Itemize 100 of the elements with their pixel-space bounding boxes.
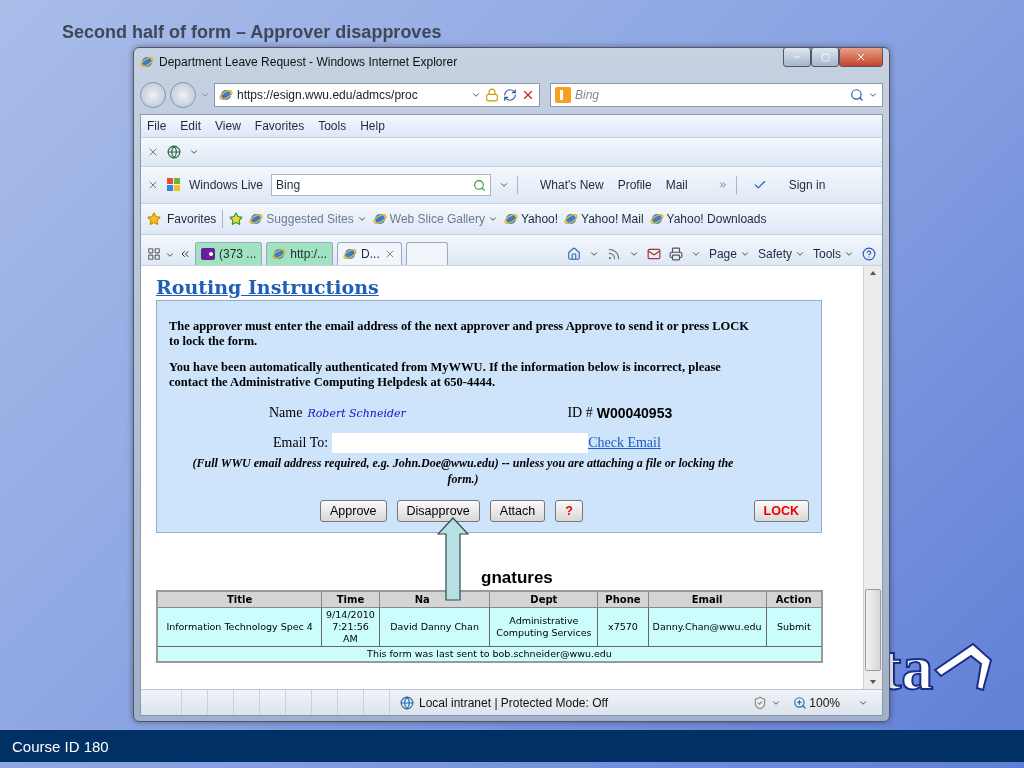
page-icon <box>564 212 579 226</box>
page-icon <box>343 247 358 261</box>
footer-text: Course ID 180 <box>11 737 109 755</box>
new-tab-button[interactable] <box>405 242 448 265</box>
maximize-button[interactable] <box>811 47 839 67</box>
instruction-text: The approver must enter the email address of the next approver and press Approve to send it or press LOCK to lock the form. <box>169 319 750 349</box>
caret-icon <box>487 214 498 224</box>
caret-icon <box>189 147 199 157</box>
table-cell: Danny.Chan@wwu.edu <box>648 607 767 647</box>
menu-item[interactable]: Tools <box>318 119 347 133</box>
menu-item[interactable]: Help <box>360 119 385 133</box>
form-button[interactable]: Attach <box>489 500 546 522</box>
table-cell: Submit <box>766 607 822 647</box>
section-heading[interactable]: Routing Instructions <box>156 276 379 298</box>
page-icon <box>249 212 264 226</box>
browser-tab[interactable]: D... <box>337 242 402 265</box>
page-icon <box>372 212 387 226</box>
toolbar-link[interactable]: Mail <box>665 178 688 192</box>
page-icon <box>272 247 287 261</box>
check-email-link[interactable]: Check Email <box>588 435 661 451</box>
menu-item[interactable]: Edit <box>180 119 202 133</box>
windows-flag-icon <box>167 178 181 192</box>
scroll-tabs-icon <box>179 248 191 260</box>
column-header: Email <box>648 591 767 608</box>
minimize-button[interactable] <box>783 47 811 67</box>
favorites-link[interactable]: Yahoo! <box>503 212 559 226</box>
favorites-link[interactable]: Web Slice Gallery <box>372 212 498 226</box>
name-label: Name <box>269 405 303 421</box>
search-icon <box>473 178 487 192</box>
page-icon <box>219 88 233 102</box>
search-field[interactable]: Bing <box>550 83 883 107</box>
search-engine-icon <box>555 87 571 103</box>
globe-icon <box>167 145 181 159</box>
help-icon <box>862 247 876 261</box>
shield-icon <box>753 695 768 710</box>
menu-item[interactable]: Favorites <box>254 119 305 133</box>
scrollbar-thumb[interactable] <box>865 589 881 671</box>
name-value: Robert Schneider <box>307 406 408 420</box>
url-text: https://esign.wwu.edu/admcs/proc <box>237 88 419 102</box>
favorites-link[interactable]: Suggested Sites <box>249 212 367 226</box>
favorites-button[interactable]: Favorites <box>167 212 217 226</box>
forward-button[interactable] <box>170 82 196 108</box>
zoom-level[interactable]: 100% <box>809 695 840 710</box>
column-header: Phone <box>597 591 649 608</box>
menu-item[interactable]: File <box>147 119 167 133</box>
stop-icon <box>521 88 535 102</box>
lock-button[interactable]: LOCK <box>753 500 809 522</box>
instruction-text: You have been automatically authenticated from MyWWU. If the information below is incorrect, please contact the Administrative Computing Helpdesk at 650-4444. <box>169 360 722 390</box>
quick-tabs-icon <box>147 247 161 261</box>
caret-icon <box>200 90 210 100</box>
checkbox-icon <box>752 178 767 192</box>
scrollbar[interactable] <box>863 266 882 689</box>
windows-live-link[interactable]: Windows Live <box>189 178 264 192</box>
caret-icon <box>471 90 481 100</box>
browser-tab[interactable]: (373 ... <box>195 242 263 265</box>
page-icon <box>503 212 518 226</box>
browser-logo-icon <box>140 55 154 69</box>
home-icon <box>566 247 581 261</box>
close-icon <box>855 51 867 63</box>
command-menu[interactable]: Tools <box>813 247 854 261</box>
table-cell: Administrative Computing Services <box>490 607 598 647</box>
favorites-link[interactable]: Yahoo! Downloads <box>649 212 767 226</box>
caret-icon <box>165 250 175 260</box>
form-button[interactable]: Approve <box>320 500 387 522</box>
toolbar-link[interactable]: Profile <box>617 178 652 192</box>
live-search-field[interactable]: Bing <box>271 174 492 196</box>
search-icon <box>850 88 864 102</box>
caret-icon <box>690 249 701 259</box>
id-label: ID # <box>567 405 593 421</box>
column-header: Action <box>766 591 822 608</box>
email-note: (Full WWU email address required, e.g. John.Doe@wwu.edu) -- unless you are attaching a file or locking the form.) <box>191 455 735 487</box>
favorites-link[interactable]: Yahoo! Mail <box>564 212 644 226</box>
maximize-icon <box>820 52 830 62</box>
add-favorite-icon <box>229 212 244 226</box>
command-menu[interactable]: Page <box>708 247 750 261</box>
column-header: Na <box>379 591 490 608</box>
close-button[interactable] <box>839 47 883 67</box>
email-field[interactable] <box>332 433 589 453</box>
caret-icon <box>844 249 854 259</box>
zoom-icon <box>793 695 808 710</box>
star-icon <box>147 212 161 226</box>
browser-tab[interactable]: http:/... <box>266 242 334 265</box>
overflow-icon <box>717 180 728 190</box>
help-button[interactable]: ? <box>555 500 583 522</box>
sign-in-link[interactable]: Sign in <box>788 178 826 192</box>
slide-title: Second half of form – Approver disapproves <box>61 21 443 44</box>
menu-item[interactable]: View <box>215 119 241 133</box>
column-header: Title <box>157 591 322 608</box>
column-header: Dept <box>490 591 598 608</box>
column-header: Time <box>321 591 380 608</box>
window-title: Department Leave Request - Windows Internet Explorer <box>159 55 459 69</box>
address-field[interactable]: https://esign.wwu.edu/admcs/proc <box>214 83 540 107</box>
back-button[interactable] <box>140 82 166 108</box>
table-cell: David Danny Chan <box>379 607 490 647</box>
command-menu[interactable]: Safety <box>757 247 805 261</box>
lock-icon <box>485 88 499 102</box>
caret-icon <box>499 180 510 190</box>
form-button[interactable]: Disapprove <box>396 500 480 522</box>
table-cell: Information Technology Spec 4 <box>157 607 322 647</box>
toolbar-link[interactable]: What's New <box>540 178 604 192</box>
